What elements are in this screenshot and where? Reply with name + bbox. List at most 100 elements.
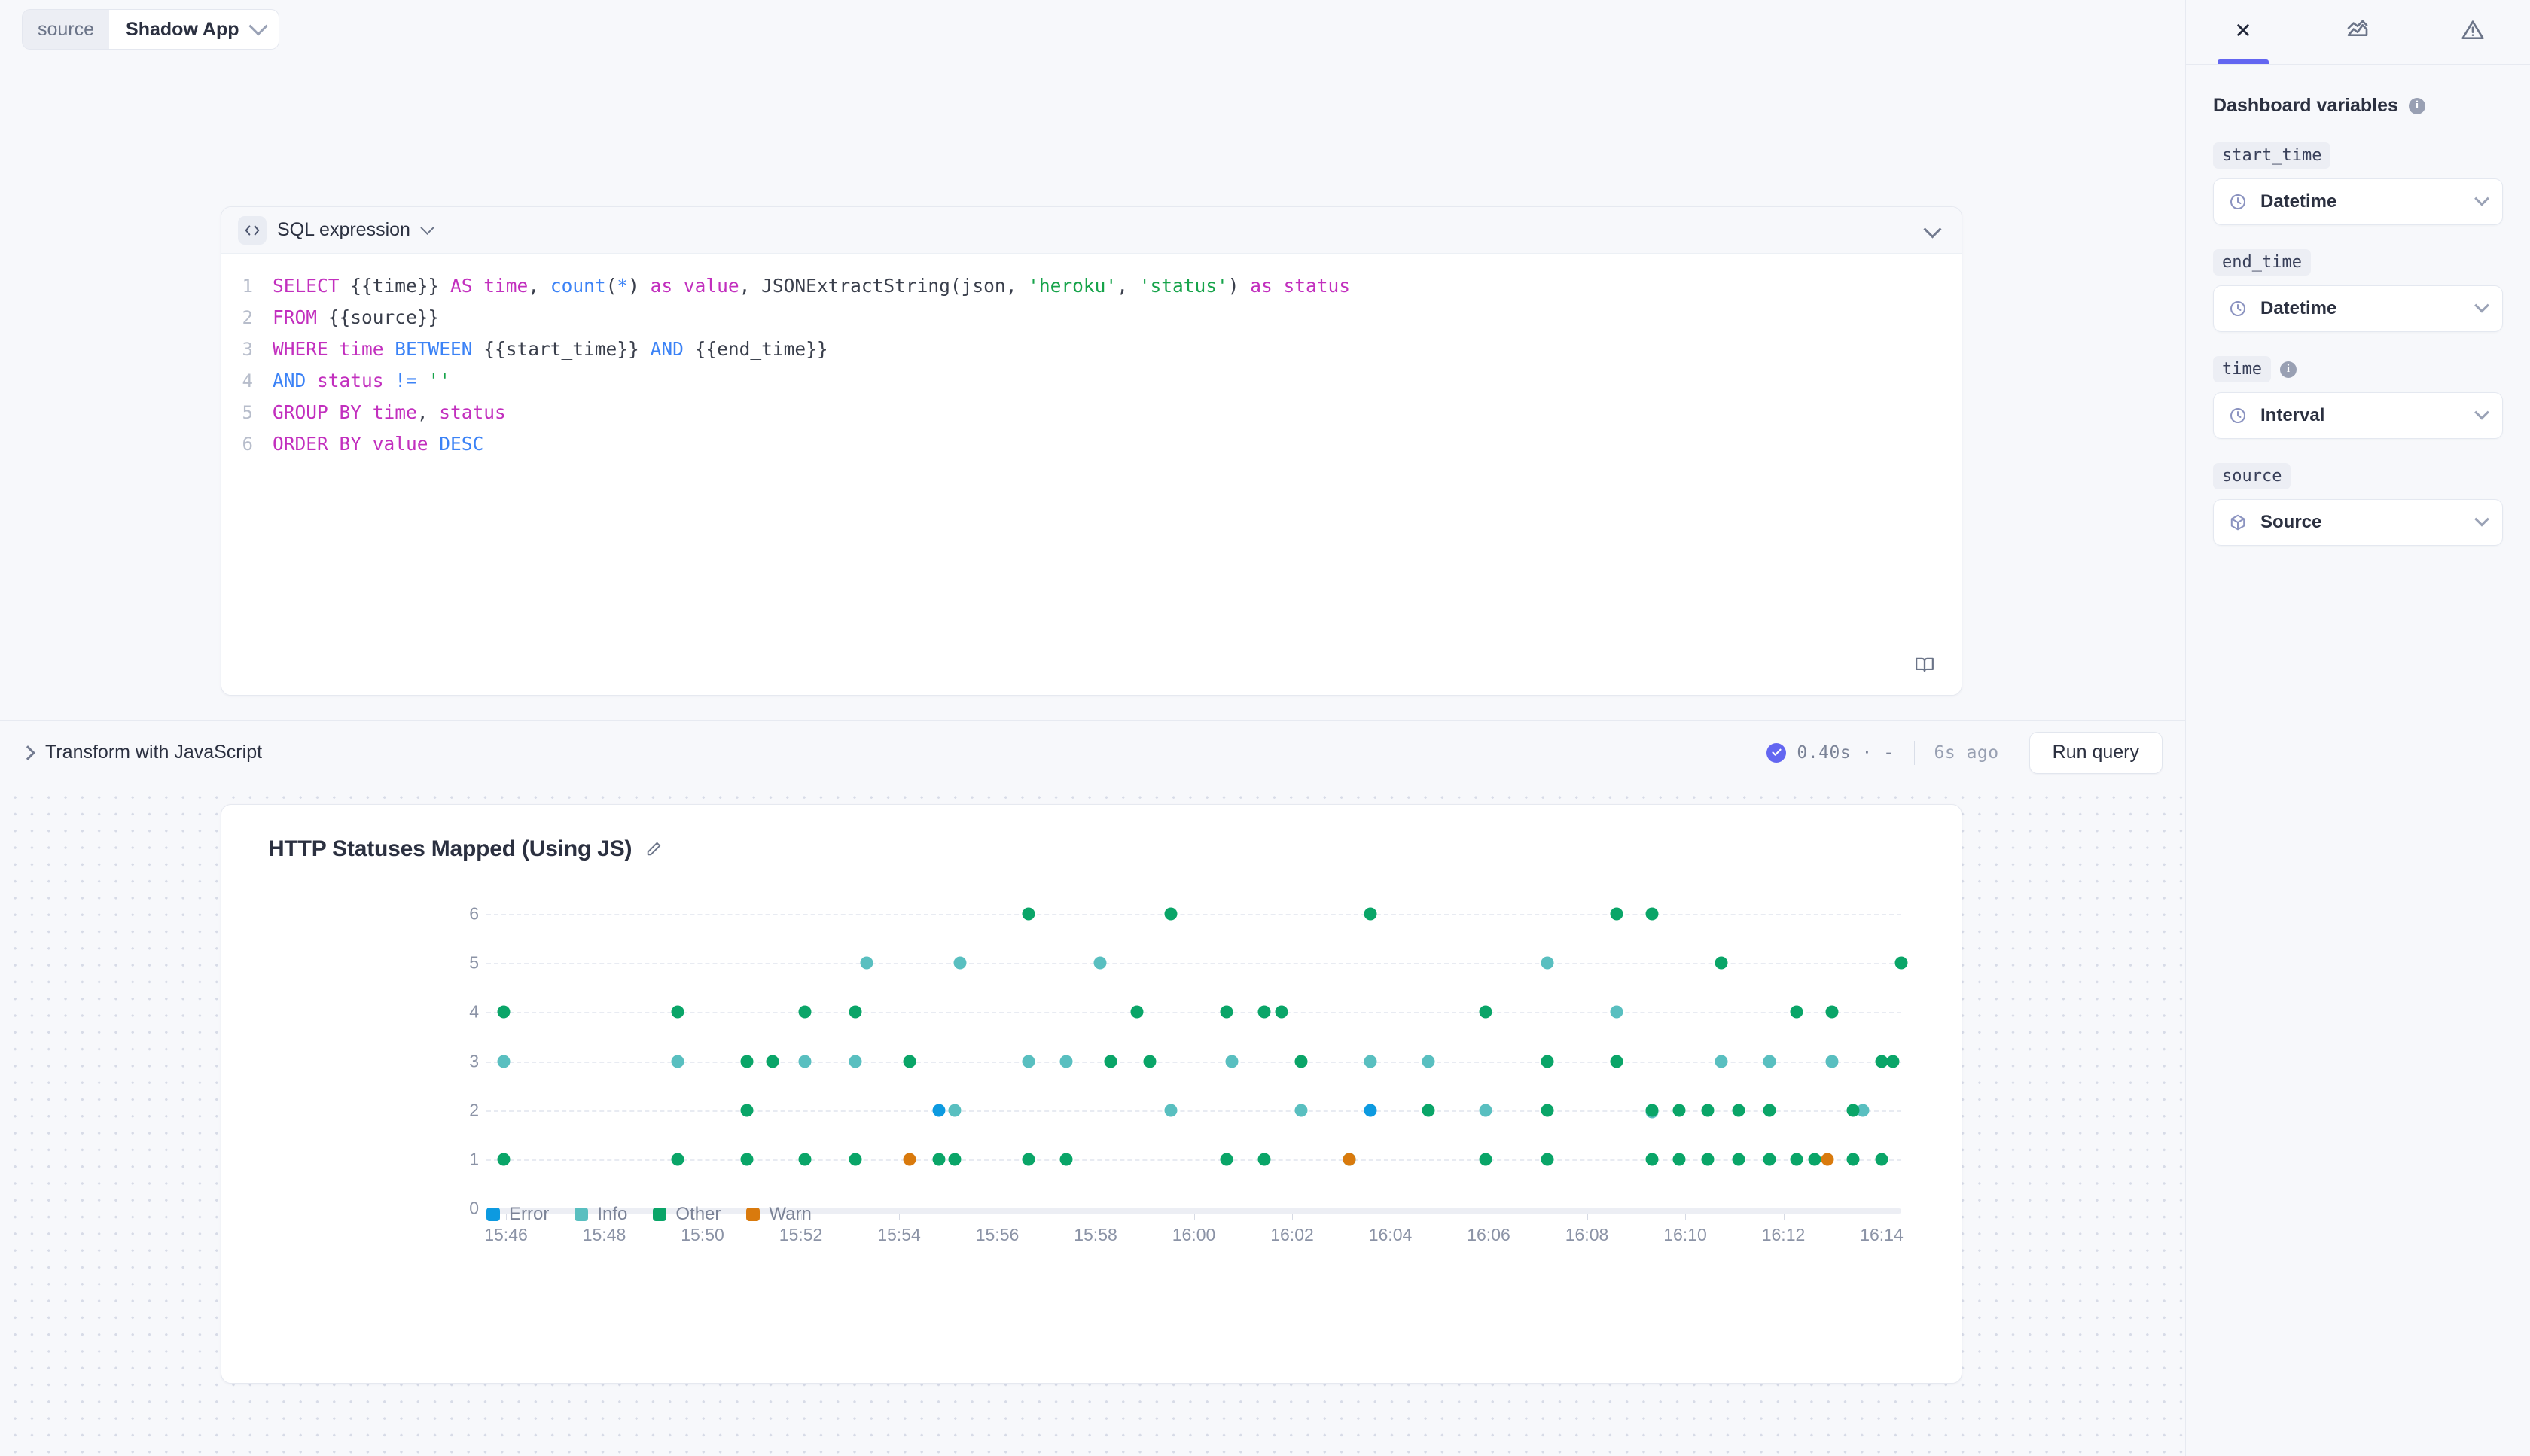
data-point[interactable] (1846, 1153, 1860, 1166)
data-point[interactable] (798, 1055, 812, 1068)
editor-collapse-chevron-down-icon[interactable] (1923, 219, 1942, 239)
data-point[interactable] (1672, 1153, 1686, 1166)
chevron-down-icon[interactable] (420, 221, 434, 235)
data-point[interactable] (948, 1153, 962, 1166)
data-point[interactable] (1763, 1153, 1776, 1166)
data-point[interactable] (903, 1153, 916, 1166)
data-point[interactable] (1022, 907, 1035, 921)
data-point[interactable] (1479, 1005, 1492, 1019)
data-point[interactable] (948, 1104, 962, 1117)
legend-item[interactable]: Error (486, 1204, 549, 1225)
data-point[interactable] (1645, 907, 1659, 921)
data-point[interactable] (497, 1153, 511, 1166)
data-point[interactable] (860, 956, 873, 970)
pencil-icon[interactable] (645, 841, 662, 857)
variable-select-time[interactable]: Interval (2213, 392, 2503, 439)
data-point[interactable] (1022, 1055, 1035, 1068)
data-point[interactable] (1479, 1153, 1492, 1166)
data-point[interactable] (497, 1055, 511, 1068)
variable-select-end_time[interactable]: Datetime (2213, 285, 2503, 332)
data-point[interactable] (1715, 1055, 1728, 1068)
data-point[interactable] (1541, 1104, 1554, 1117)
transform-with-javascript-toggle[interactable]: Transform with JavaScript (20, 742, 262, 763)
data-point[interactable] (1422, 1104, 1435, 1117)
sql-editor-body[interactable]: 1 SELECT {{time}} AS time, count(*) as va… (221, 254, 1962, 695)
source-variable-selector[interactable]: source Shadow App (23, 10, 279, 49)
legend-item[interactable]: Other (653, 1204, 721, 1225)
legend-item[interactable]: Warn (746, 1204, 812, 1225)
data-point[interactable] (1022, 1153, 1035, 1166)
data-point[interactable] (740, 1104, 754, 1117)
tab-variables[interactable] (2186, 0, 2300, 64)
info-icon[interactable]: i (2408, 97, 2425, 114)
sql-code-lines[interactable]: 1 SELECT {{time}} AS time, count(*) as va… (221, 254, 1962, 460)
source-variable-value-wrap[interactable]: Shadow App (109, 10, 279, 49)
data-point[interactable] (932, 1153, 946, 1166)
data-point[interactable] (849, 1005, 862, 1019)
data-point[interactable] (1763, 1055, 1776, 1068)
data-point[interactable] (1164, 907, 1178, 921)
data-point[interactable] (1610, 1055, 1623, 1068)
run-query-button[interactable]: Run query (2029, 731, 2163, 774)
data-point[interactable] (1364, 907, 1377, 921)
data-point[interactable] (1257, 1005, 1271, 1019)
data-point[interactable] (1059, 1153, 1073, 1166)
data-point[interactable] (953, 956, 967, 970)
data-point[interactable] (766, 1055, 779, 1068)
data-point[interactable] (1825, 1005, 1839, 1019)
data-point[interactable] (798, 1153, 812, 1166)
data-point[interactable] (1220, 1153, 1233, 1166)
data-point[interactable] (1821, 1153, 1834, 1166)
code-line[interactable]: 2 FROM {{source}} (221, 302, 1962, 334)
data-point[interactable] (1143, 1055, 1157, 1068)
data-point[interactable] (671, 1153, 684, 1166)
variable-select-start_time[interactable]: Datetime (2213, 178, 2503, 225)
data-point[interactable] (1541, 956, 1554, 970)
data-point[interactable] (932, 1104, 946, 1117)
legend-item[interactable]: Info (575, 1204, 627, 1225)
code-line[interactable]: 4 AND status != '' (221, 365, 1962, 397)
data-point[interactable] (849, 1055, 862, 1068)
tab-chart[interactable] (2300, 0, 2415, 64)
data-point[interactable] (849, 1153, 862, 1166)
data-point[interactable] (1732, 1153, 1745, 1166)
data-point[interactable] (1294, 1104, 1308, 1117)
data-point[interactable] (1541, 1055, 1554, 1068)
variable-select-source[interactable]: Source (2213, 499, 2503, 546)
data-point[interactable] (903, 1055, 916, 1068)
data-point[interactable] (1645, 1153, 1659, 1166)
data-point[interactable] (1894, 956, 1908, 970)
data-point[interactable] (740, 1153, 754, 1166)
data-point[interactable] (1422, 1055, 1435, 1068)
data-point[interactable] (1732, 1104, 1745, 1117)
data-point[interactable] (1059, 1055, 1073, 1068)
data-point[interactable] (740, 1055, 754, 1068)
data-point[interactable] (497, 1005, 511, 1019)
tab-alerts[interactable] (2416, 0, 2530, 64)
data-point[interactable] (671, 1005, 684, 1019)
book-icon[interactable] (1915, 655, 1934, 678)
data-point[interactable] (1479, 1104, 1492, 1117)
data-point[interactable] (1275, 1005, 1288, 1019)
data-point[interactable] (1364, 1055, 1377, 1068)
data-point[interactable] (1808, 1153, 1821, 1166)
data-point[interactable] (1220, 1005, 1233, 1019)
data-point[interactable] (1672, 1104, 1686, 1117)
data-point[interactable] (1763, 1104, 1776, 1117)
code-line[interactable]: 1 SELECT {{time}} AS time, count(*) as va… (221, 270, 1962, 302)
info-icon[interactable]: i (2279, 361, 2297, 378)
data-point[interactable] (1104, 1055, 1117, 1068)
data-point[interactable] (1294, 1055, 1308, 1068)
data-point[interactable] (1225, 1055, 1239, 1068)
data-point[interactable] (1343, 1153, 1356, 1166)
data-point[interactable] (1257, 1153, 1271, 1166)
data-point[interactable] (1825, 1055, 1839, 1068)
data-point[interactable] (1715, 956, 1728, 970)
code-line[interactable]: 3 WHERE time BETWEEN {{start_time}} AND {… (221, 334, 1962, 365)
data-point[interactable] (1364, 1104, 1377, 1117)
data-point[interactable] (798, 1005, 812, 1019)
data-point[interactable] (1886, 1055, 1900, 1068)
data-point[interactable] (1701, 1104, 1715, 1117)
data-point[interactable] (1875, 1153, 1888, 1166)
data-point[interactable] (671, 1055, 684, 1068)
